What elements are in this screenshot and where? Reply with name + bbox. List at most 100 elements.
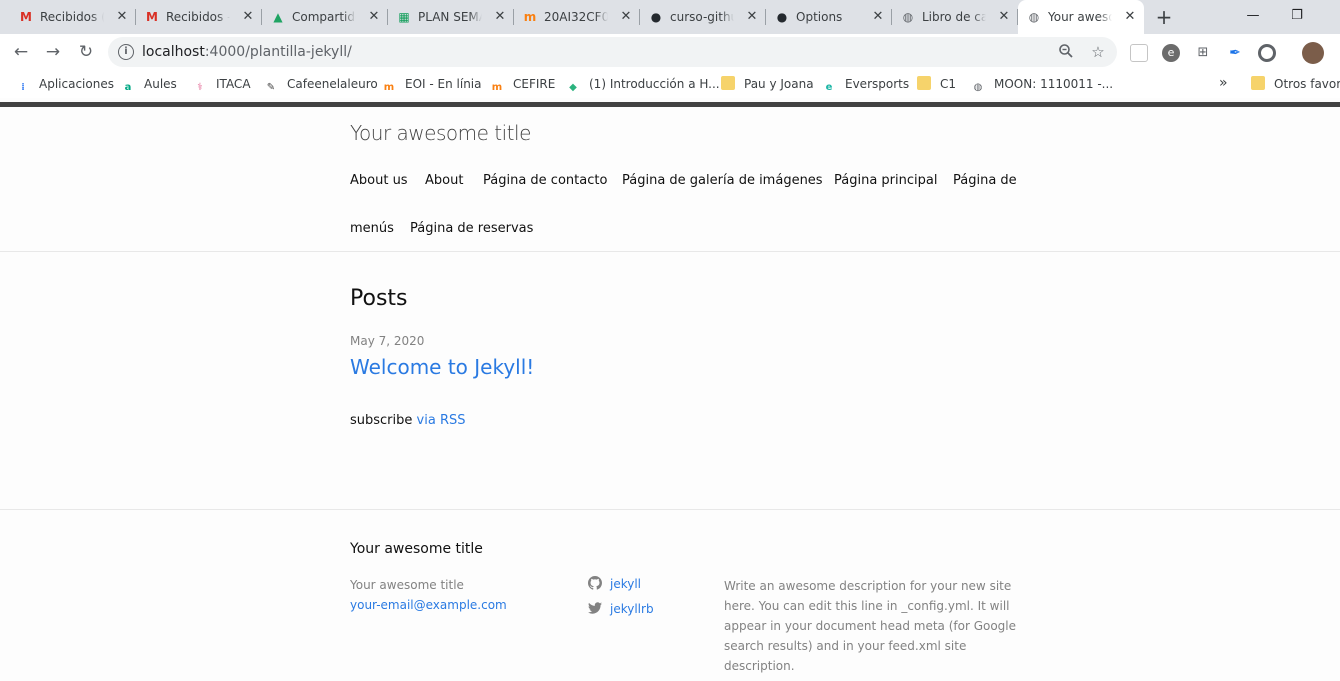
extension-grid-icon[interactable]: ⊞: [1194, 44, 1212, 62]
bookmark-item[interactable]: ◍ MOON: 1110011 -...: [971, 76, 1114, 93]
browser-tab[interactable]: m 20AI32CF01 ✕: [514, 0, 640, 34]
close-tab-icon[interactable]: ✕: [870, 9, 886, 25]
browser-tab[interactable]: ● Options ✕: [766, 0, 892, 34]
github-icon: ●: [650, 10, 662, 24]
close-tab-icon[interactable]: ✕: [114, 9, 130, 25]
browser-tab[interactable]: M Recibidos (✕: [10, 0, 136, 34]
bookmark-label: CEFIRE: [513, 77, 556, 91]
github-icon: ●: [776, 10, 788, 24]
bookmark-label: ITACA: [216, 77, 251, 91]
nav-link-about-us[interactable]: About us: [350, 173, 408, 188]
bookmark-label: C1: [940, 77, 957, 91]
close-tab-icon[interactable]: ✕: [366, 9, 382, 25]
reload-button[interactable]: ↻: [73, 39, 99, 65]
new-tab-button[interactable]: +: [1152, 5, 1176, 29]
nav-link-contacto[interactable]: Página de contacto: [483, 173, 607, 188]
url-text[interactable]: localhost:4000/plantilla-jekyll/: [142, 44, 352, 60]
footer-heading: Your awesome title: [350, 541, 483, 557]
nav-link-galeria[interactable]: Página de galería de imágenes: [622, 173, 823, 188]
tab-title: Recibidos (: [40, 10, 104, 24]
globe-icon: ◍: [1028, 10, 1040, 24]
bookmark-label: (1) Introducción a H...: [589, 77, 720, 91]
browser-tab[interactable]: M Recibidos - ✕: [136, 0, 262, 34]
extension-e-icon[interactable]: e: [1162, 44, 1180, 62]
eversports-icon: e: [825, 82, 833, 93]
bookmark-item[interactable]: ⁞ Aplicaciones: [16, 76, 114, 93]
bookmark-item[interactable]: a Aules: [121, 76, 177, 93]
site-title[interactable]: Your awesome title: [350, 121, 531, 145]
apps-grid-icon: ⁞: [21, 82, 25, 93]
bookmark-item[interactable]: ⚕ ITACA: [193, 76, 251, 93]
bookmark-label: Aplicaciones: [39, 77, 114, 91]
bookmarks-more-button[interactable]: »: [1219, 75, 1228, 91]
github-icon: [588, 576, 602, 590]
profile-avatar[interactable]: [1302, 42, 1324, 64]
browser-tab[interactable]: ▲ Compartido ✕: [262, 0, 388, 34]
twitter-username: jekyllrb: [610, 602, 654, 616]
close-tab-icon[interactable]: ✕: [996, 9, 1012, 25]
rss-link[interactable]: via RSS: [417, 413, 466, 428]
bookmark-item[interactable]: ✎ Cafeenelaleuro: [264, 76, 378, 93]
site-footer: Your awesome title Your awesome title yo…: [0, 509, 1340, 681]
feather-icon: ✎: [266, 82, 276, 93]
posts-heading: Posts: [350, 286, 408, 311]
folder-icon: [917, 76, 931, 90]
post-title-link[interactable]: Welcome to Jekyll!: [350, 355, 534, 379]
site-info-icon[interactable]: i: [118, 44, 134, 60]
close-tab-icon[interactable]: ✕: [240, 9, 256, 25]
bookmark-label: Pau y Joana: [744, 77, 814, 91]
browser-tab[interactable]: ◍ Your aweso ✕: [1018, 0, 1144, 34]
footer-email-link[interactable]: your-email@example.com: [350, 598, 507, 612]
address-bar[interactable]: i localhost:4000/plantilla-jekyll/ ☆: [108, 37, 1117, 67]
nav-link-reservas[interactable]: Página de reservas: [410, 221, 533, 236]
tab-title: Options: [796, 10, 843, 24]
browser-tab[interactable]: ▦ PLAN SEMA ✕: [388, 0, 514, 34]
globe-icon: ◍: [902, 10, 914, 24]
bookmark-label: Eversports: [845, 77, 910, 91]
browser-tab[interactable]: ● curso-githu ✕: [640, 0, 766, 34]
post-date: May 7, 2020: [350, 334, 425, 348]
tab-title: curso-githu: [670, 10, 734, 24]
bookmark-item[interactable]: Pau y Joana: [721, 76, 814, 92]
site-header: Your awesome title About us About Página…: [0, 107, 1340, 252]
vuejs-icon: ◆: [569, 82, 577, 93]
extension-dark-icon[interactable]: [1258, 44, 1276, 62]
tab-title: Compartido: [292, 10, 356, 24]
nav-link-about[interactable]: About: [425, 173, 463, 188]
folder-icon: [721, 76, 735, 90]
close-tab-icon[interactable]: ✕: [1122, 9, 1138, 25]
bookmark-item[interactable]: m CEFIRE: [490, 76, 556, 93]
close-tab-icon[interactable]: ✕: [618, 9, 634, 25]
moodle-icon: m: [383, 82, 395, 93]
bookmark-item[interactable]: ◆ (1) Introducción a H...: [566, 76, 720, 93]
rss-subscribe: subscribe via RSS: [350, 413, 466, 428]
bookmark-label: MOON: 1110011 -...: [994, 77, 1114, 91]
other-bookmarks-folder[interactable]: Otros favorit: [1251, 76, 1340, 92]
bookmark-item[interactable]: m EOI - En línia: [382, 76, 482, 93]
bookmark-item[interactable]: e Eversports: [822, 76, 910, 93]
globe-icon: ◍: [973, 82, 983, 93]
nav-link-menus-cont[interactable]: menús: [350, 221, 394, 236]
extension-feather-icon[interactable]: ✒: [1226, 44, 1244, 62]
back-button[interactable]: ←: [8, 39, 34, 65]
close-tab-icon[interactable]: ✕: [744, 9, 760, 25]
aules-icon: a: [124, 82, 132, 93]
bookmark-star-icon[interactable]: ☆: [1089, 43, 1107, 61]
bookmark-label: Aules: [144, 77, 177, 91]
restore-button[interactable]: ❐: [1282, 4, 1312, 28]
nav-link-principal[interactable]: Página principal: [834, 173, 937, 188]
close-tab-icon[interactable]: ✕: [492, 9, 508, 25]
extension-pocket-icon[interactable]: [1130, 44, 1148, 62]
tab-title: Recibidos -: [166, 10, 230, 24]
minimize-button[interactable]: —: [1238, 4, 1268, 28]
moodle-icon: m: [491, 82, 503, 93]
zoom-icon[interactable]: [1057, 43, 1075, 61]
browser-tab[interactable]: ◍ Libro de cal ✕: [892, 0, 1018, 34]
github-username: jekyll: [610, 577, 642, 591]
gmail-icon: M: [146, 10, 158, 24]
tab-title: Your aweso: [1048, 10, 1112, 24]
tab-title: PLAN SEMA: [418, 10, 482, 24]
nav-link-menus[interactable]: Página de: [953, 173, 1017, 188]
forward-button[interactable]: →: [40, 39, 66, 65]
bookmark-item[interactable]: C1: [917, 76, 956, 92]
